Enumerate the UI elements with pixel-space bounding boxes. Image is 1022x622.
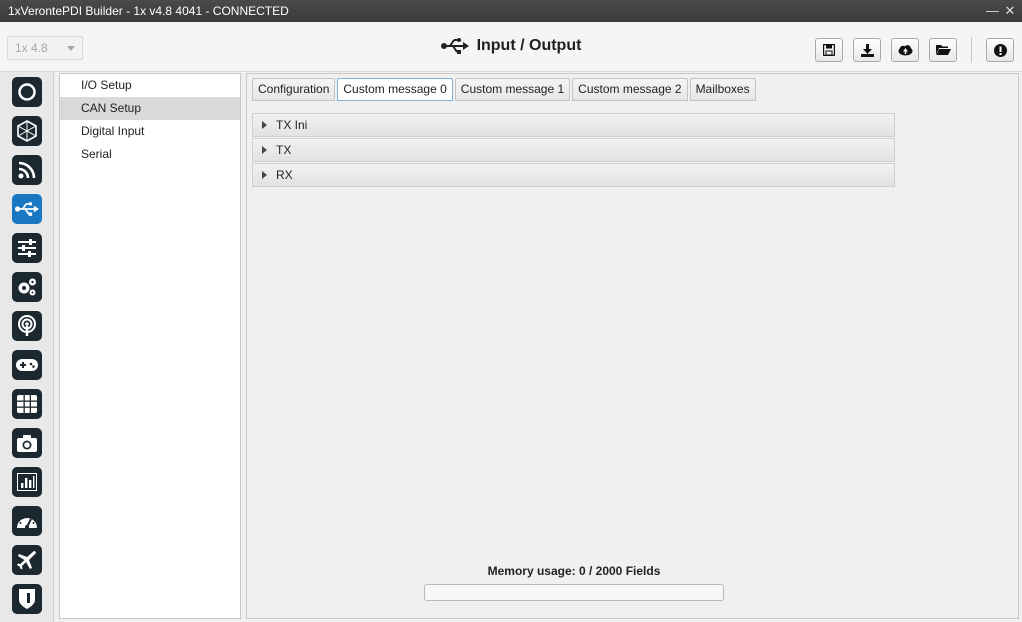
expand-arrow-icon — [262, 146, 267, 154]
window-controls: — ✕ — [986, 4, 1022, 17]
toolbar — [815, 37, 1014, 63]
download-icon — [860, 43, 874, 57]
memory-usage: Memory usage: 0 / 2000 Fields — [424, 564, 724, 601]
module-sidebar — [0, 72, 54, 622]
hex-network-icon — [17, 120, 37, 142]
sidebar-item-network[interactable] — [12, 116, 42, 146]
section-label: TX Ini — [276, 118, 308, 132]
nav-panel: I/O Setup CAN Setup Digital Input Serial — [59, 73, 241, 619]
tab-custom-message-0[interactable]: Custom message 0 — [337, 78, 453, 101]
gamepad-icon — [16, 359, 38, 371]
broadcast-icon — [18, 315, 36, 336]
gears-icon — [18, 278, 36, 296]
sliders-icon — [18, 239, 36, 257]
collapsible-sections: TX Ini TX RX — [252, 113, 895, 188]
close-icon[interactable]: ✕ — [1004, 4, 1016, 17]
memory-usage-label: Memory usage: 0 / 2000 Fields — [487, 564, 661, 578]
window-titlebar: 1xVerontePDI Builder - 1x v4.8 4041 - CO… — [0, 0, 1022, 22]
section-label: RX — [276, 168, 293, 182]
camera-icon — [17, 434, 37, 452]
content-panel: Configuration Custom message 0 Custom me… — [246, 73, 1019, 619]
tab-custom-message-1[interactable]: Custom message 1 — [454, 78, 571, 101]
sidebar-item-dashboard[interactable] — [12, 506, 42, 536]
tab-custom-message-2[interactable]: Custom message 2 — [572, 78, 688, 101]
expand-arrow-icon — [262, 121, 267, 129]
sidebar-item-matrix[interactable] — [12, 389, 42, 419]
save-icon — [823, 44, 835, 56]
memory-usage-bar — [424, 584, 724, 601]
expand-arrow-icon — [262, 171, 267, 179]
grid-icon — [17, 395, 37, 413]
sidebar-item-camera[interactable] — [12, 428, 42, 458]
section-tx[interactable]: TX — [252, 138, 895, 162]
download-button[interactable] — [853, 38, 881, 62]
toolbar-separator — [971, 37, 972, 63]
sidebar-item-security[interactable] — [12, 584, 42, 614]
folder-open-icon — [935, 45, 951, 55]
sidebar-item-automations[interactable] — [12, 272, 42, 302]
section-label: TX — [276, 143, 292, 157]
alert-button[interactable] — [986, 38, 1014, 62]
nav-item-can-setup[interactable]: CAN Setup — [60, 97, 240, 120]
sidebar-item-joystick[interactable] — [12, 350, 42, 380]
bar-chart-icon — [17, 473, 37, 491]
airplane-icon — [17, 551, 36, 570]
sidebar-item-feed[interactable] — [12, 155, 42, 185]
gauge-icon — [17, 515, 37, 529]
sidebar-item-status[interactable] — [12, 77, 42, 107]
minimize-icon[interactable]: — — [986, 4, 999, 17]
tab-configuration[interactable]: Configuration — [252, 78, 336, 101]
sidebar-item-flight[interactable] — [12, 545, 42, 575]
nav-item-digital-input[interactable]: Digital Input — [60, 120, 240, 143]
usb-icon — [440, 38, 469, 54]
page-title-label: Input / Output — [476, 37, 582, 54]
usb-icon — [15, 202, 39, 216]
cloud-upload-button[interactable] — [891, 38, 919, 62]
rss-icon — [18, 161, 36, 179]
sidebar-item-statistics[interactable] — [12, 467, 42, 497]
section-rx[interactable]: RX — [252, 163, 895, 187]
sidebar-item-input-output[interactable] — [12, 194, 42, 224]
tab-bar: Configuration Custom message 0 Custom me… — [252, 78, 756, 101]
alert-icon — [993, 43, 1007, 57]
shield-icon — [19, 589, 35, 609]
open-folder-button[interactable] — [929, 38, 957, 62]
tab-mailboxes[interactable]: Mailboxes — [689, 78, 756, 101]
cloud-upload-icon — [898, 44, 912, 55]
nav-item-serial[interactable]: Serial — [60, 143, 240, 166]
window-title: 1xVerontePDI Builder - 1x v4.8 4041 - CO… — [8, 4, 289, 18]
header: 1x 4.8 Input / Output — [0, 22, 1022, 72]
section-tx-ini[interactable]: TX Ini — [252, 113, 895, 137]
sidebar-item-telemetry[interactable] — [12, 311, 42, 341]
nav-item-io-setup[interactable]: I/O Setup — [60, 74, 240, 97]
circle-icon — [18, 83, 36, 101]
sidebar-item-settings[interactable] — [12, 233, 42, 263]
save-button[interactable] — [815, 38, 843, 62]
